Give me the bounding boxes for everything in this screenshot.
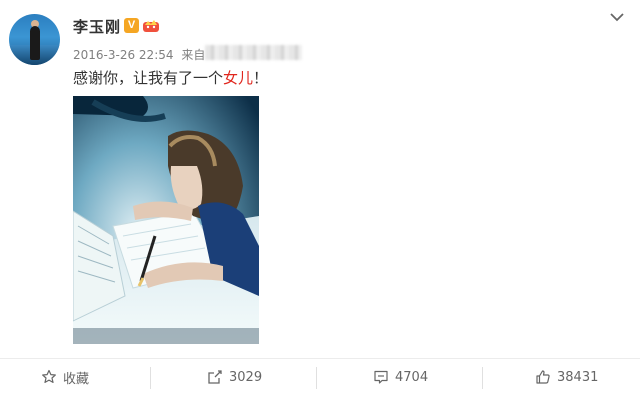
post-text-end: ！ xyxy=(253,69,269,87)
post-timestamp[interactable]: 2016-3-26 22:54 xyxy=(73,48,174,62)
crown-icon xyxy=(143,20,159,32)
favorite-label: 收藏 xyxy=(63,371,90,387)
like-icon xyxy=(536,370,550,384)
username[interactable]: 李玉刚 xyxy=(73,16,121,37)
share-icon xyxy=(208,370,222,384)
chevron-down-icon[interactable] xyxy=(609,11,625,23)
star-icon xyxy=(42,369,56,383)
post-text-main: 感谢你，让我有了一个 xyxy=(73,69,224,87)
blurred-source xyxy=(205,45,302,60)
divider xyxy=(316,367,317,389)
action-bar: 收藏 3029 4704 38431 xyxy=(0,358,640,394)
post-meta: 2016-3-26 22:54 来自 xyxy=(73,46,205,63)
comment-count: 4704 xyxy=(395,369,429,385)
post-source-label: 来自 xyxy=(181,48,206,62)
comment-button[interactable]: 4704 xyxy=(373,367,428,387)
share-count: 3029 xyxy=(229,369,263,385)
share-button[interactable]: 3029 xyxy=(207,367,262,387)
post-text: 感谢你，让我有了一个女儿！ xyxy=(73,67,268,88)
favorite-button[interactable]: 收藏 xyxy=(41,367,89,387)
comment-icon xyxy=(374,370,388,384)
post-image-drawing xyxy=(73,96,259,344)
post-text-highlight: 女儿 xyxy=(223,69,254,87)
verified-badge-icon: V xyxy=(124,18,139,33)
post-image[interactable] xyxy=(73,96,259,344)
like-button[interactable]: 38431 xyxy=(535,367,598,387)
divider xyxy=(482,367,483,389)
like-count: 38431 xyxy=(557,369,599,385)
divider xyxy=(150,367,151,389)
avatar[interactable] xyxy=(9,14,60,65)
